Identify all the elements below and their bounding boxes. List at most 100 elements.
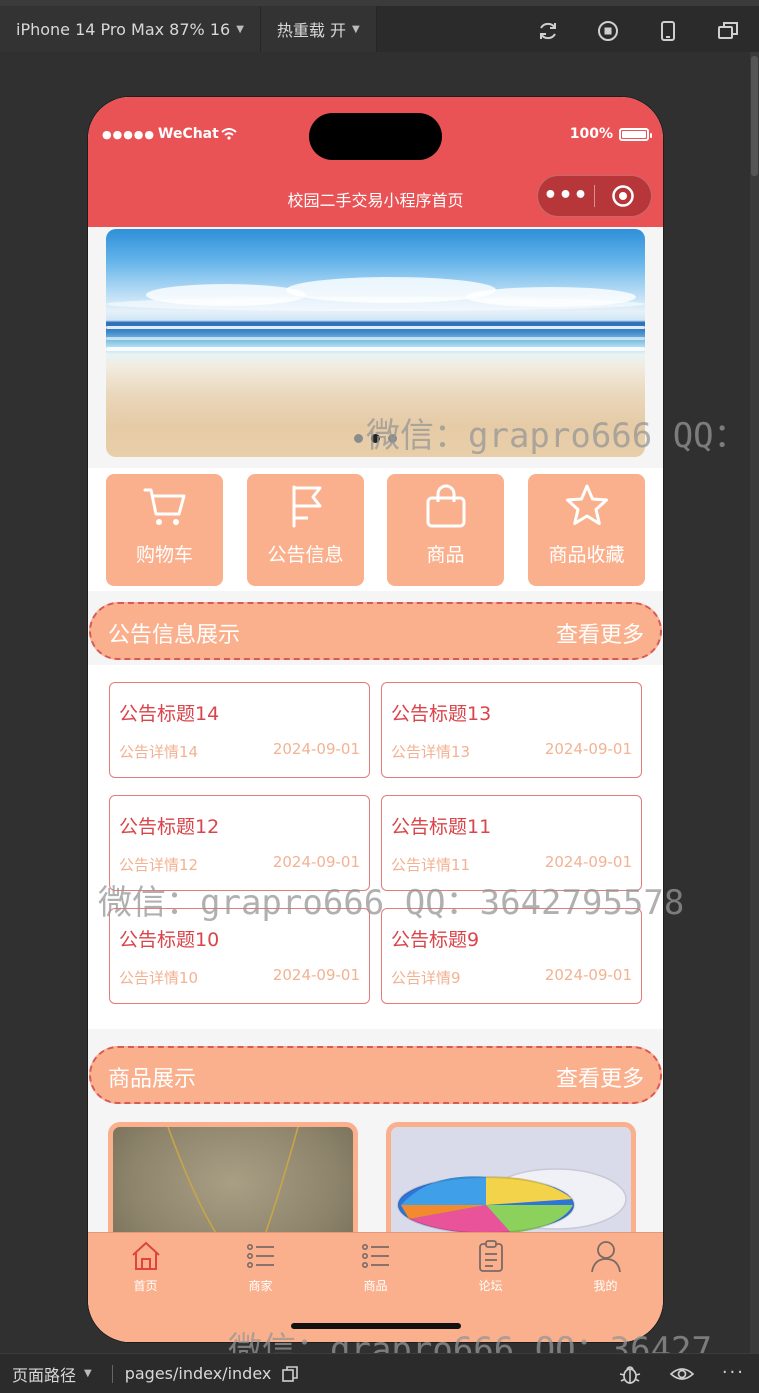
banner-swiper[interactable] — [106, 229, 645, 457]
tab-mine[interactable]: 我的 — [548, 1239, 663, 1299]
goods-section-header: 商品展示 查看更多 — [89, 1046, 662, 1104]
page-content[interactable]: 购物车 公告信息 商品 商品收藏 公告信息展示 查看更多 公告标题14 公告详情… — [88, 227, 663, 1232]
home-icon — [131, 1241, 160, 1270]
list-icon — [361, 1244, 389, 1268]
notice-date: 2024-09-01 — [544, 740, 632, 758]
chevron-down-icon: ▼ — [84, 1368, 92, 1379]
notice-detail: 公告详情9 — [391, 969, 461, 987]
simulator-scrollbar[interactable] — [750, 52, 759, 1353]
notice-date: 2024-09-01 — [272, 853, 360, 871]
hot-reload-toggle[interactable]: 热重载 开 ▼ — [260, 6, 377, 52]
user-icon — [590, 1241, 621, 1273]
divider — [111, 1364, 113, 1383]
notice-more-link[interactable]: 查看更多 — [556, 617, 644, 649]
bag-icon — [426, 484, 465, 528]
wifi-icon — [221, 128, 237, 140]
carrier-label: WeChat — [158, 126, 219, 142]
notice-detail: 公告详情10 — [119, 969, 199, 987]
dynamic-island — [309, 113, 442, 160]
notice-title: 公告标题12 — [119, 816, 220, 838]
more-icon[interactable]: ••• — [538, 175, 594, 217]
notice-card[interactable]: 公告标题10 公告详情10 2024-09-01 — [109, 908, 370, 1004]
notice-date: 2024-09-01 — [272, 740, 360, 758]
menu-item-label: 公告信息 — [267, 544, 344, 566]
hot-reload-label: 热重载 开 — [276, 21, 346, 40]
swiper-dot-active[interactable] — [371, 434, 380, 443]
tab-label: 商家 — [248, 1279, 273, 1293]
menu-item-cart[interactable]: 购物车 — [106, 474, 223, 586]
phone-simulator: ●●●●● WeChat 100% 校园二手交易小程序首页 ••• 购物车 公告… — [88, 97, 663, 1342]
notice-card[interactable]: 公告标题9 公告详情9 2024-09-01 — [381, 908, 642, 1004]
nav-bar: 校园二手交易小程序首页 ••• — [88, 169, 663, 227]
cart-icon — [143, 488, 185, 525]
menu-item-goods[interactable]: 商品 — [387, 474, 504, 586]
menu-item-label: 商品收藏 — [548, 544, 625, 566]
home-indicator — [291, 1323, 461, 1329]
tab-home[interactable]: 首页 — [88, 1239, 203, 1299]
device-select[interactable]: iPhone 14 Pro Max 87% 16 ▼ — [0, 6, 261, 52]
battery-icon — [619, 127, 652, 141]
notice-card[interactable]: 公告标题12 公告详情12 2024-09-01 — [109, 795, 370, 891]
menu-item-notice[interactable]: 公告信息 — [247, 474, 364, 586]
quick-menu: 购物车 公告信息 商品 商品收藏 — [88, 468, 663, 591]
notice-card[interactable]: 公告标题14 公告详情14 2024-09-01 — [109, 682, 370, 778]
chevron-down-icon: ▼ — [236, 23, 244, 35]
notice-card[interactable]: 公告标题11 公告详情11 2024-09-01 — [381, 795, 642, 891]
close-mini-program-icon[interactable] — [595, 184, 651, 208]
goods-section-title: 商品展示 — [108, 1067, 197, 1092]
menu-item-favorites[interactable]: 商品收藏 — [528, 474, 645, 586]
signal-dots-icon: ●●●●● — [102, 127, 155, 141]
tab-label: 商品 — [363, 1279, 388, 1293]
notice-title: 公告标题11 — [391, 816, 492, 838]
swiper-dot[interactable] — [388, 434, 397, 443]
battery-indicator: 100% — [569, 126, 652, 142]
more-options-icon[interactable]: ··· — [722, 1362, 745, 1390]
goods-more-link[interactable]: 查看更多 — [556, 1061, 644, 1093]
ide-status-bar: 页面路径 ▼ pages/index/index ··· — [0, 1353, 759, 1393]
page-path-select[interactable]: 页面路径 ▼ — [0, 1362, 92, 1386]
list-icon — [246, 1244, 274, 1268]
window-icon[interactable] — [715, 18, 741, 44]
goods-card[interactable] — [108, 1122, 358, 1232]
notice-detail: 公告详情14 — [119, 743, 199, 761]
notice-date: 2024-09-01 — [544, 853, 632, 871]
swiper-dot[interactable] — [354, 434, 363, 443]
notice-title: 公告标题9 — [391, 929, 480, 951]
goods-card[interactable] — [386, 1122, 636, 1232]
menu-item-label: 购物车 — [135, 544, 193, 566]
notice-title: 公告标题10 — [119, 929, 220, 951]
notice-detail: 公告详情12 — [119, 856, 199, 874]
notice-card[interactable]: 公告标题13 公告详情13 2024-09-01 — [381, 682, 642, 778]
notice-title: 公告标题14 — [119, 703, 220, 725]
page-path-label: 页面路径 — [12, 1365, 77, 1385]
star-icon — [565, 484, 608, 525]
signal-indicator: ●●●●● WeChat — [102, 126, 237, 142]
device-select-label: iPhone 14 Pro Max 87% 16 — [16, 19, 231, 39]
stop-icon[interactable] — [595, 18, 621, 44]
tab-forum[interactable]: 论坛 — [433, 1239, 548, 1299]
tab-label: 首页 — [133, 1279, 158, 1293]
clipboard-icon — [478, 1240, 503, 1272]
rotate-icon[interactable] — [535, 18, 561, 44]
notice-list: 公告标题14 公告详情14 2024-09-01 公告标题13 公告详情13 2… — [88, 665, 663, 1029]
tab-label: 我的 — [593, 1279, 618, 1293]
swiper-indicator[interactable] — [106, 434, 645, 443]
menu-capsule: ••• — [537, 175, 652, 217]
tab-goods[interactable]: 商品 — [318, 1239, 433, 1299]
menu-item-label: 商品 — [426, 544, 465, 566]
phone-icon[interactable] — [655, 18, 681, 44]
tab-merchant[interactable]: 商家 — [203, 1239, 318, 1299]
copy-icon[interactable] — [281, 1365, 299, 1383]
flag-icon — [292, 485, 321, 528]
goods-image-box — [397, 1168, 627, 1232]
bug-icon[interactable] — [618, 1362, 642, 1390]
notice-detail: 公告详情13 — [391, 743, 471, 761]
eye-icon[interactable] — [669, 1362, 695, 1390]
ide-toolbar: iPhone 14 Pro Max 87% 16 ▼ 热重载 开 ▼ — [0, 0, 759, 52]
page-path-value: pages/index/index — [124, 1364, 272, 1383]
notice-section-title: 公告信息展示 — [108, 623, 241, 648]
tab-label: 论坛 — [478, 1279, 503, 1293]
notice-title: 公告标题13 — [391, 703, 492, 725]
battery-percent: 100% — [569, 126, 613, 142]
chevron-down-icon: ▼ — [351, 23, 360, 35]
